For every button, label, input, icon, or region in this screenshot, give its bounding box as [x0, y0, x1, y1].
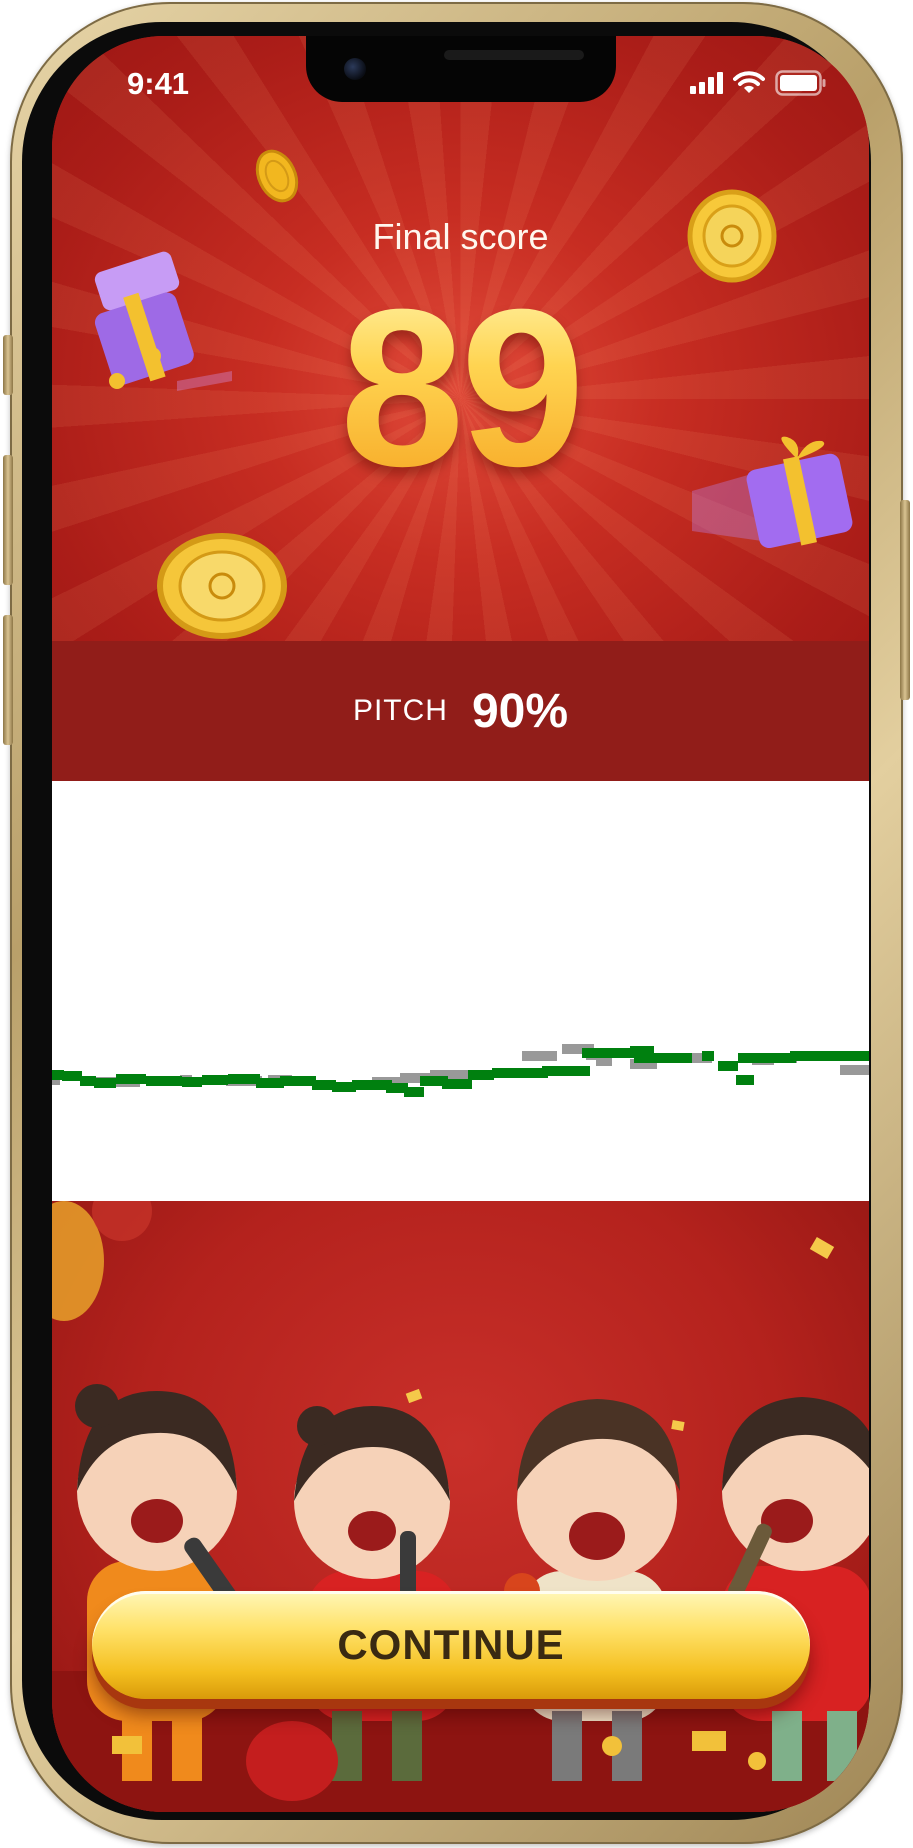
voice-pitch-segment [702, 1051, 714, 1061]
voice-pitch-segment [80, 1076, 96, 1086]
voice-pitch-segment [256, 1078, 284, 1088]
pitch-chart-panel [52, 781, 869, 1201]
silent-switch [3, 335, 13, 395]
notch [306, 36, 616, 102]
power-button [900, 500, 910, 700]
pitch-chart [52, 1044, 869, 1097]
voice-pitch-segment [736, 1075, 754, 1085]
cellular-signal-icon [690, 72, 723, 94]
voice-pitch-segment [790, 1051, 869, 1061]
score-header: Final score 89 [52, 36, 869, 641]
wifi-icon [733, 71, 765, 93]
pitch-value: 90% [471, 684, 569, 738]
voice-pitch-segment [62, 1071, 82, 1081]
target-pitch-segment [840, 1065, 869, 1075]
continue-button[interactable]: CONTINUE [92, 1591, 810, 1699]
singers-illustration [52, 1201, 869, 1812]
speaker-grille [444, 50, 584, 60]
continue-label: CONTINUE [337, 1621, 565, 1668]
target-pitch-segment [522, 1051, 557, 1061]
voice-pitch-segment [492, 1068, 548, 1078]
voice-pitch-segment [182, 1077, 202, 1087]
voice-pitch-segment [116, 1074, 146, 1084]
coin-icon [255, 149, 299, 203]
karaoke-singers-illustration [52, 1201, 869, 1812]
status-time: 9:41 [127, 66, 190, 101]
voice-pitch-segment [202, 1075, 228, 1085]
voice-pitch-segment [94, 1078, 116, 1088]
voice-pitch-segment [718, 1061, 738, 1071]
voice-pitch-segment [146, 1076, 182, 1086]
final-score-label: Final score [372, 216, 549, 257]
screen: Final score 89 9:41 PITCH 90% CONTINUE [52, 36, 869, 1812]
volume-down-button [3, 615, 13, 745]
status-icons [690, 70, 827, 96]
final-score-value: 89 [52, 276, 869, 500]
page: Final score 89 9:41 PITCH 90% CONTINUE [0, 0, 913, 1848]
voice-pitch-segment [442, 1079, 472, 1089]
voice-pitch-segment [468, 1070, 494, 1080]
front-camera [344, 58, 366, 80]
voice-pitch-segment [634, 1053, 692, 1063]
voice-pitch-segment [738, 1053, 796, 1063]
battery-icon [775, 70, 826, 96]
pitch-summary: PITCH 90% [52, 641, 869, 781]
voice-pitch-segment [404, 1087, 424, 1097]
volume-up-button [3, 455, 13, 585]
coin-icon [157, 533, 287, 639]
voice-pitch-segment [228, 1074, 260, 1084]
voice-pitch-segment [280, 1076, 316, 1086]
pitch-label: PITCH [352, 694, 448, 727]
voice-pitch-segment [542, 1066, 590, 1076]
